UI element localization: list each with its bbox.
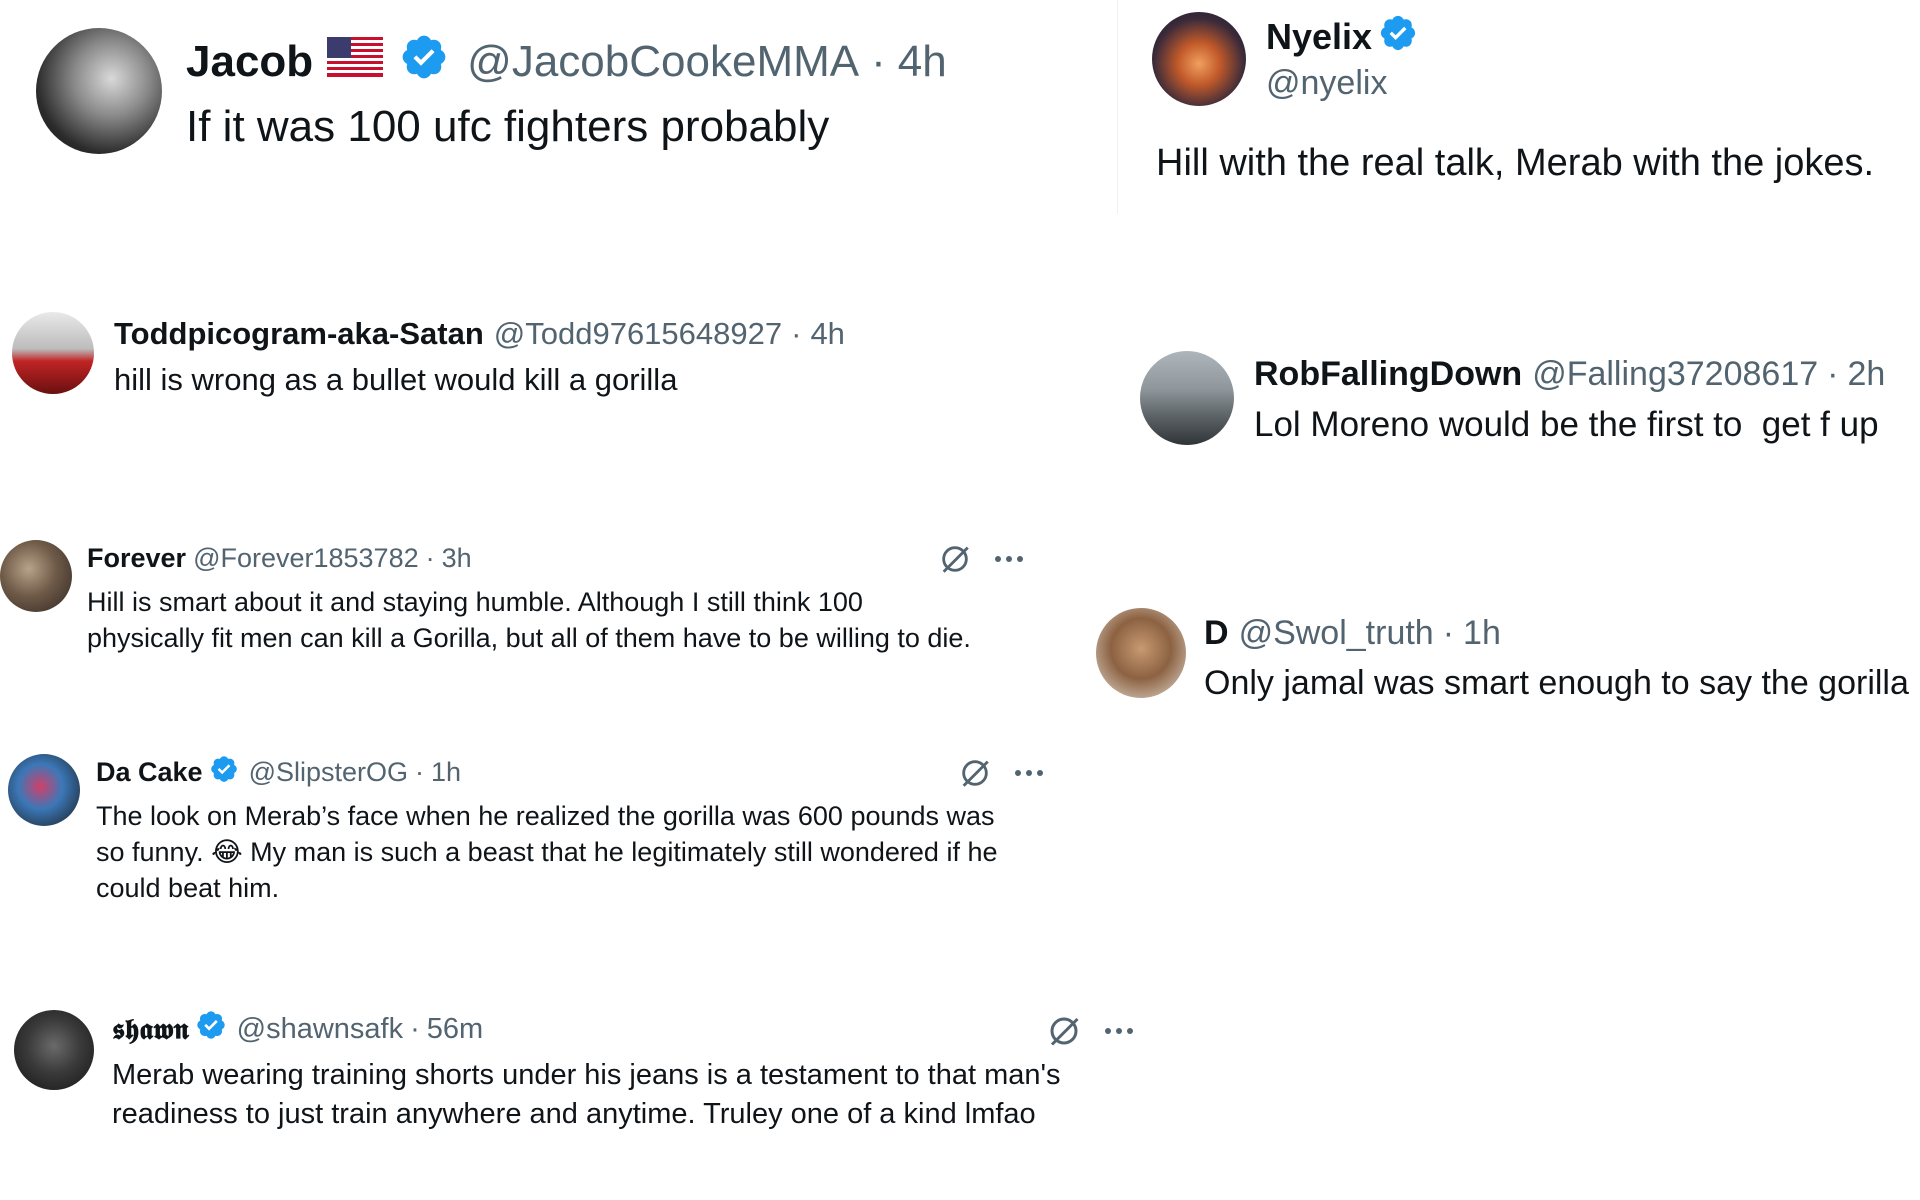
timestamp[interactable]: 56m bbox=[427, 1013, 483, 1046]
author-handle[interactable]: @Forever1853782 bbox=[193, 543, 419, 574]
verified-badge-icon bbox=[195, 1009, 227, 1049]
separator-dot: · bbox=[871, 37, 886, 86]
tweet-text: If it was 100 ufc fighters probably bbox=[186, 102, 830, 151]
avatar[interactable] bbox=[1152, 12, 1246, 106]
tweet-actions bbox=[938, 542, 1024, 576]
tweet-text: Only jamal was smart enough to say the g… bbox=[1204, 664, 1909, 702]
us-flag-icon bbox=[327, 36, 384, 88]
tweet-text-line: physically fit men can kill a Gorilla, b… bbox=[87, 623, 971, 653]
grok-icon[interactable] bbox=[938, 542, 972, 576]
avatar[interactable] bbox=[1140, 351, 1234, 445]
separator-dot: · bbox=[410, 1012, 420, 1045]
timestamp[interactable]: 2h bbox=[1847, 355, 1885, 394]
timestamp[interactable]: 3h bbox=[442, 543, 472, 574]
tweet-text: hill is wrong as a bullet would kill a g… bbox=[114, 362, 678, 397]
tweet-jacob[interactable]: Jacob @JacobCookeMMA · 4h If it was 100 … bbox=[36, 28, 947, 154]
verified-badge-icon bbox=[209, 754, 239, 791]
more-options-icon[interactable] bbox=[1104, 1026, 1134, 1036]
separator-dot: · bbox=[415, 756, 425, 787]
author-handle[interactable]: @Todd97615648927 bbox=[494, 316, 782, 352]
tweet-text: Lol Moreno would be the first to get f u… bbox=[1254, 405, 1879, 444]
tweet-shawn[interactable]: 𝖘𝖍𝖆𝖜𝖓 @shawnsafk · 56m Merab wearing tra… bbox=[14, 1010, 1061, 1134]
author-handle[interactable]: @nyelix bbox=[1266, 64, 1418, 103]
timestamp[interactable]: 4h bbox=[810, 316, 844, 352]
tweet-nyelix[interactable]: Nyelix @nyelix bbox=[1152, 12, 1418, 106]
separator-dot: · bbox=[1827, 354, 1839, 393]
author-handle[interactable]: @Falling37208617 bbox=[1532, 355, 1818, 394]
author-name[interactable]: Jacob bbox=[186, 37, 313, 87]
tweet-text: Hill with the real talk, Merab with the … bbox=[1156, 142, 1875, 184]
grok-icon[interactable] bbox=[958, 756, 992, 790]
more-options-icon[interactable] bbox=[994, 554, 1024, 564]
author-handle[interactable]: @Swol_truth bbox=[1239, 614, 1434, 653]
tweet-text-line: could beat him. bbox=[96, 873, 280, 903]
tweet-robfallingdown[interactable]: RobFallingDown @Falling37208617 · 2h Lol… bbox=[1140, 351, 1885, 445]
tweet-text: Hill is smart about it and staying humbl… bbox=[87, 584, 971, 656]
column-divider bbox=[1117, 0, 1118, 214]
avatar[interactable] bbox=[8, 754, 80, 826]
grok-icon[interactable] bbox=[1046, 1013, 1082, 1049]
author-name[interactable]: 𝖘𝖍𝖆𝖜𝖓 bbox=[112, 1012, 189, 1047]
author-handle[interactable]: @JacobCookeMMA bbox=[467, 37, 859, 87]
separator-dot: · bbox=[1442, 613, 1455, 652]
avatar[interactable] bbox=[1096, 608, 1186, 698]
author-handle[interactable]: @SlipsterOG bbox=[249, 757, 408, 788]
author-name[interactable]: RobFallingDown bbox=[1254, 355, 1522, 394]
tweet-actions bbox=[958, 756, 1044, 790]
verified-badge-icon bbox=[1378, 13, 1418, 62]
tweet-forever[interactable]: Forever @Forever1853782 · 3h Hill is sma… bbox=[0, 540, 971, 656]
tweet-text-line: The look on Merab’s face when he realize… bbox=[96, 801, 995, 831]
avatar[interactable] bbox=[36, 28, 162, 154]
tweet-text-line: readiness to just train anywhere and any… bbox=[112, 1098, 1036, 1130]
author-name[interactable]: D bbox=[1204, 614, 1229, 653]
tweet-text-line: Hill is smart about it and staying humbl… bbox=[87, 587, 863, 617]
verified-badge-icon bbox=[399, 32, 449, 93]
author-name[interactable]: Da Cake bbox=[96, 757, 203, 788]
tweet-actions bbox=[1046, 1013, 1134, 1049]
author-handle[interactable]: @shawnsafk bbox=[237, 1013, 403, 1046]
tweet-text: The look on Merab’s face when he realize… bbox=[96, 798, 997, 906]
tweet-text: Merab wearing training shorts under his … bbox=[112, 1056, 1061, 1134]
timestamp[interactable]: 1h bbox=[431, 757, 461, 788]
separator-dot: · bbox=[791, 316, 802, 351]
more-options-icon[interactable] bbox=[1014, 768, 1044, 778]
timestamp[interactable]: 4h bbox=[898, 37, 947, 87]
avatar[interactable] bbox=[0, 540, 72, 612]
tweet-dacake[interactable]: Da Cake @SlipsterOG · 1h The look on Mer… bbox=[8, 754, 997, 906]
tweet-d[interactable]: D @Swol_truth · 1h Only jamal was smart … bbox=[1096, 608, 1909, 703]
avatar[interactable] bbox=[12, 312, 94, 394]
author-name[interactable]: Forever bbox=[87, 543, 186, 574]
timestamp[interactable]: 1h bbox=[1463, 614, 1501, 653]
tweet-text-line: so funny. 😂 My man is such a beast that … bbox=[96, 837, 998, 867]
separator-dot: · bbox=[425, 542, 435, 573]
tweet-text-line: Merab wearing training shorts under his … bbox=[112, 1059, 1061, 1091]
author-name[interactable]: Nyelix bbox=[1266, 16, 1372, 58]
tweet-todd[interactable]: Toddpicogram-aka-Satan @Todd97615648927 … bbox=[12, 312, 845, 398]
author-name[interactable]: Toddpicogram-aka-Satan bbox=[114, 316, 484, 352]
avatar[interactable] bbox=[14, 1010, 94, 1090]
